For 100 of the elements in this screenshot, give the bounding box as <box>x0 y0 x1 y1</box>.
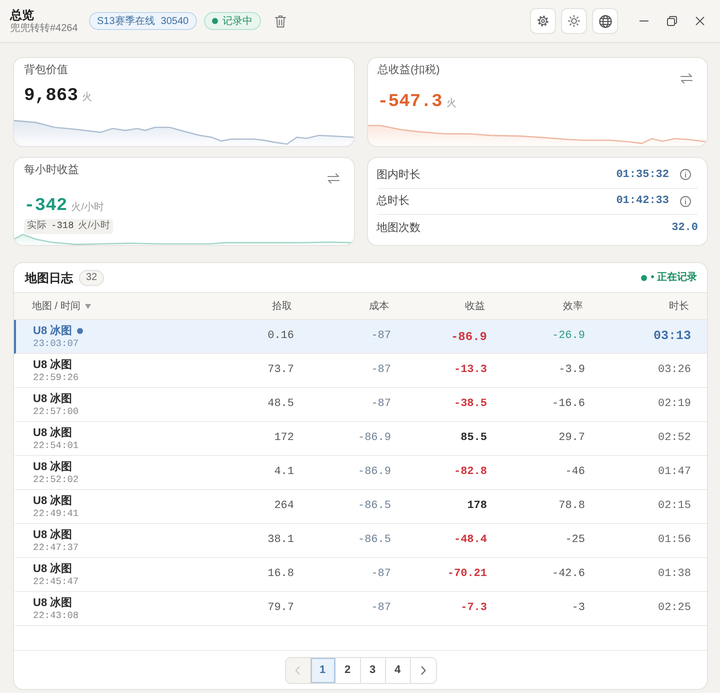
pickup-value: 79.7 <box>266 601 294 616</box>
profit-value: -70.21 <box>446 567 487 582</box>
actual-value: -318 <box>51 219 74 234</box>
map-name: U8 冰图 <box>33 528 72 542</box>
pickup-value: 73.7 <box>266 363 294 378</box>
profit-value: 178 <box>466 499 487 514</box>
pickup-value: 172 <box>273 431 294 446</box>
timestamp: 22:45:47 <box>33 576 80 588</box>
stat-label: 总时长 <box>376 194 410 210</box>
user-tag: 兜兜转转#4264 <box>10 22 89 34</box>
recording-label: 记录中 <box>222 14 253 28</box>
stat-value: -342 <box>24 195 68 218</box>
column-header[interactable]: 成本 <box>369 298 389 314</box>
efficiency-value: -3.9 <box>558 363 585 378</box>
cost-value: -86.5 <box>356 533 391 548</box>
theme-button[interactable] <box>561 8 587 34</box>
column-header[interactable]: 拾取 <box>272 298 292 314</box>
actual-label: 实际 <box>27 219 47 234</box>
column-header[interactable]: 地图 / 时间 <box>32 298 80 314</box>
column-header[interactable]: 时长 <box>669 298 689 314</box>
restore-icon[interactable] <box>667 16 677 26</box>
timestamp: 22:59:26 <box>33 372 80 384</box>
swap-arrows-icon[interactable] <box>680 73 693 84</box>
stat-label: 地图次数 <box>376 220 420 236</box>
timestamp: 22:43:08 <box>33 610 80 622</box>
duration-value: 01:47 <box>656 465 691 480</box>
cost-value: -87 <box>370 363 391 378</box>
efficiency-value: -42.6 <box>550 567 585 582</box>
time-value: 01:42:33 <box>616 194 669 210</box>
profit-value: -13.3 <box>452 363 487 378</box>
map-name: U8 冰图 <box>33 596 72 610</box>
timestamp: 22:49:41 <box>33 508 80 520</box>
page-button[interactable]: 1 <box>310 658 336 682</box>
duration-value: 02:25 <box>656 601 691 616</box>
map-name: U8 冰图 <box>33 460 72 474</box>
timestamp: 22:57:00 <box>33 406 80 418</box>
pickup-value: 38.1 <box>266 533 294 548</box>
cost-value: -87 <box>370 397 391 412</box>
pickup-value: 16.8 <box>266 567 294 582</box>
cost-value: -86.9 <box>356 465 391 480</box>
unit-label: 火/小时 <box>71 200 104 215</box>
settings-button[interactable] <box>530 8 556 34</box>
efficiency-value: -3 <box>570 601 585 616</box>
efficiency-value: -16.6 <box>550 397 585 412</box>
column-header[interactable]: 收益 <box>465 298 485 314</box>
column-header[interactable]: 效率 <box>563 298 583 314</box>
chevron-left-icon <box>295 666 300 674</box>
recording-status: • 正在记录 <box>650 270 697 285</box>
duration-value: 01:38 <box>656 567 691 582</box>
duration-value: 02:52 <box>656 431 691 446</box>
profit-value: -7.3 <box>460 601 487 616</box>
cost-value: -86.9 <box>356 431 391 446</box>
section-title: 地图日志 <box>25 270 73 286</box>
profit-value: -38.5 <box>452 397 487 412</box>
efficiency-value: 78.8 <box>558 499 585 514</box>
cost-value: -87 <box>370 329 391 344</box>
stat-value: 9,863 <box>24 85 78 108</box>
duration-value: 03:13 <box>652 328 691 346</box>
map-name: U8 冰图 <box>33 562 72 576</box>
timestamp: 22:47:37 <box>33 542 80 554</box>
efficiency-value: -25 <box>564 533 585 548</box>
map-count: 32 <box>79 270 104 286</box>
map-name: U8 冰图 <box>33 392 72 406</box>
chevron-right-icon <box>420 666 426 674</box>
duration-value: 01:56 <box>656 533 691 548</box>
cost-value: -87 <box>370 567 391 582</box>
close-icon[interactable] <box>695 16 705 26</box>
settings-icon <box>537 15 549 27</box>
language-button[interactable] <box>592 8 618 34</box>
profit-value: -82.8 <box>452 465 487 480</box>
time-value: 32.0 <box>672 220 698 236</box>
table-row[interactable]: U8 冰图 23:03:07 0.16 -87 -86.9 -26.9 03:13 <box>14 320 707 354</box>
timestamp: 22:54:01 <box>33 440 80 452</box>
unit-label: 火/小时 <box>78 219 110 234</box>
stat-label: 背包价值 <box>24 62 68 78</box>
map-name: U8 冰图 <box>33 426 72 440</box>
time-value: 01:35:32 <box>616 168 669 183</box>
window-title: 总览 <box>10 8 35 22</box>
unit-label: 火 <box>446 96 456 111</box>
timestamp: 22:52:02 <box>33 474 80 486</box>
efficiency-value: -26.9 <box>550 329 585 344</box>
duration-value: 02:19 <box>656 397 691 412</box>
pickup-value: 4.1 <box>273 465 294 480</box>
duration-value: 02:15 <box>656 499 691 514</box>
profit-value: -86.9 <box>450 328 487 346</box>
season-label: S13赛季在线 <box>97 14 155 28</box>
profit-value: -48.4 <box>452 533 487 548</box>
swap-arrows-icon[interactable] <box>326 173 340 184</box>
efficiency-value: -46 <box>564 465 585 480</box>
efficiency-value: 29.7 <box>558 431 585 446</box>
online-count: 30540 <box>160 14 189 28</box>
timestamp: 23:03:07 <box>33 338 80 350</box>
stat-value: -547.3 <box>378 91 442 114</box>
stat-label: 图内时长 <box>376 168 420 183</box>
pickup-value: 0.16 <box>266 329 294 344</box>
sun-icon <box>568 15 580 27</box>
stat-label: 总收益(扣税) <box>378 63 440 78</box>
cost-value: -87 <box>370 601 391 616</box>
pickup-value: 264 <box>273 499 294 514</box>
trash-icon[interactable] <box>274 14 286 28</box>
